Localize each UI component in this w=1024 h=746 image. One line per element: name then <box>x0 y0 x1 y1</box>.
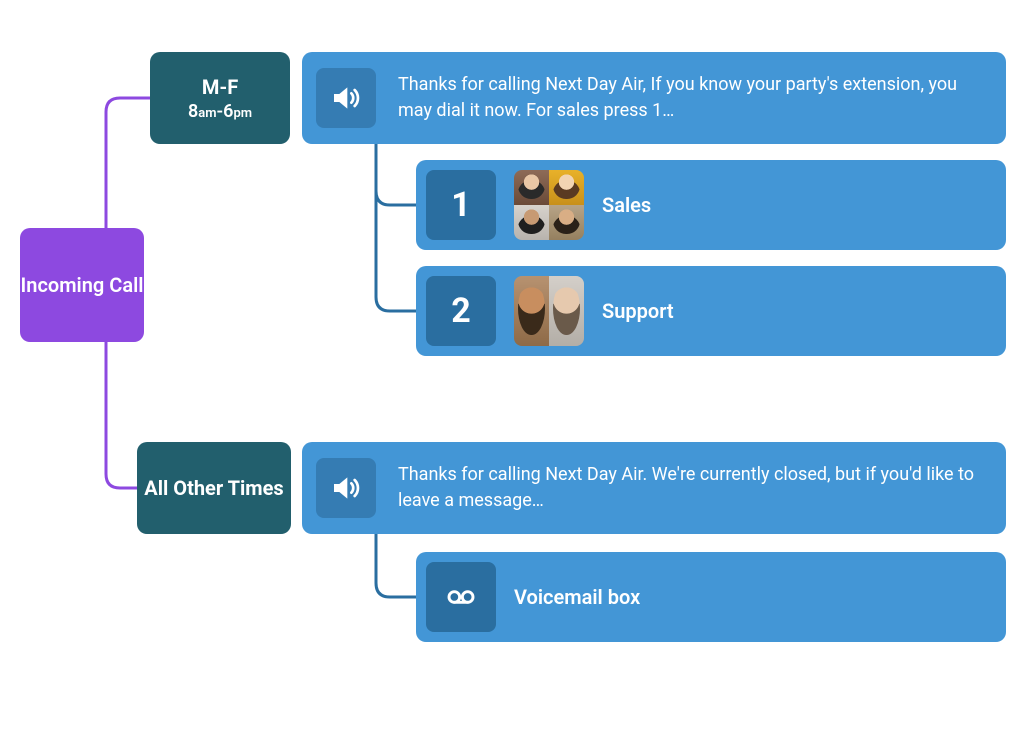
schedule-title: All Other Times <box>144 476 283 501</box>
voicemail-destination[interactable]: Voicemail box <box>416 552 1006 642</box>
schedule-business-hours[interactable]: M-F 8am-6pm <box>150 52 290 144</box>
speaker-icon <box>316 68 376 128</box>
schedule-after-hours[interactable]: All Other Times <box>137 442 291 534</box>
speaker-icon <box>316 458 376 518</box>
ivr-key: 1 <box>451 185 471 225</box>
team-avatars-sales <box>514 170 584 240</box>
incoming-call-label: Incoming Call <box>21 273 144 298</box>
voicemail-icon <box>426 562 496 632</box>
voicemail-label: Voicemail box <box>514 585 640 609</box>
greeting-business-hours[interactable]: Thanks for calling Next Day Air, If you … <box>302 52 1006 144</box>
greeting-text: Thanks for calling Next Day Air, If you … <box>398 72 984 124</box>
ivr-option-2[interactable]: 2 Support <box>416 266 1006 356</box>
ivr-key-badge: 1 <box>426 170 496 240</box>
team-avatars-support <box>514 276 584 346</box>
schedule-title: M-F <box>202 75 238 99</box>
ivr-option-label: Support <box>602 299 674 323</box>
greeting-after-hours[interactable]: Thanks for calling Next Day Air. We're c… <box>302 442 1006 534</box>
schedule-time: 8am-6pm <box>188 101 252 122</box>
incoming-call-node[interactable]: Incoming Call <box>20 228 144 342</box>
call-flow-diagram: Incoming Call M-F 8am-6pm Thanks for cal… <box>0 0 1024 746</box>
ivr-key: 2 <box>451 291 471 331</box>
greeting-text: Thanks for calling Next Day Air. We're c… <box>398 462 984 514</box>
ivr-key-badge: 2 <box>426 276 496 346</box>
ivr-option-label: Sales <box>602 193 651 217</box>
ivr-option-1[interactable]: 1 Sales <box>416 160 1006 250</box>
